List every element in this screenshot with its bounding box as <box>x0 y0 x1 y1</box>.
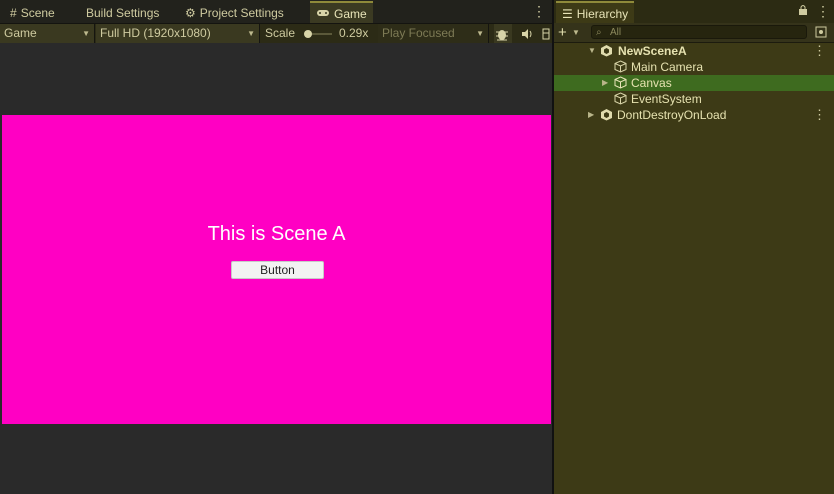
hierarchy-item-newscenea[interactable]: ▼ NewSceneA ⋮ <box>554 43 834 59</box>
game-view-panel: # Scene Build Settings ⚙ Project Settings … <box>0 0 552 494</box>
speaker-icon[interactable] <box>520 24 536 43</box>
play-mode-dropdown[interactable]: Play Focused ▼ <box>378 24 489 43</box>
hierarchy-tab-bar: ☰ Hierarchy ⋮ <box>554 0 834 25</box>
gameobject-cube-icon <box>614 60 627 73</box>
dropdown-arrow-icon: ▼ <box>476 29 484 38</box>
game-ui-button[interactable]: Button <box>231 261 324 279</box>
bug-icon[interactable] <box>494 24 512 43</box>
scene-title-text: This is Scene A <box>207 223 346 245</box>
scale-label: Scale <box>265 26 296 40</box>
hierarchy-item-canvas[interactable]: ▶ Canvas <box>554 75 834 91</box>
hash-icon: # <box>10 6 17 20</box>
hierarchy-item-dontdestroyonload[interactable]: ▶ DontDestroyOnLoad ⋮ <box>554 107 834 123</box>
gameobject-cube-icon <box>614 92 627 105</box>
hierarchy-menu-icon[interactable]: ⋮ <box>816 3 830 20</box>
unity-scene-icon <box>601 45 612 57</box>
scene-visibility-icon[interactable] <box>815 26 827 41</box>
tab-game[interactable]: Game <box>310 1 373 25</box>
lock-icon[interactable] <box>798 4 808 19</box>
dropdown-arrow-icon: ▼ <box>247 29 255 38</box>
gameobject-cube-icon <box>614 76 627 89</box>
expand-arrow-icon[interactable]: ▼ <box>588 43 596 59</box>
gamepad-icon <box>316 3 330 25</box>
scene-menu-icon[interactable]: ⋮ <box>813 43 826 59</box>
dropdown-arrow-icon: ▼ <box>82 29 90 38</box>
search-icon: ⌕ <box>596 27 602 38</box>
tab-hierarchy[interactable]: ☰ Hierarchy <box>556 1 635 25</box>
scale-slider[interactable] <box>302 24 334 43</box>
tab-project-settings[interactable]: ⚙ Project Settings <box>179 3 290 23</box>
hierarchy-panel: ☰ Hierarchy ⋮ + ▼ ⌕ All ▼ NewSceneA ⋮ Mai… <box>554 0 834 494</box>
game-toolbar: Game ▼ Full HD (1920x1080) ▼ Scale 0.29x… <box>0 23 552 44</box>
tab-build-settings[interactable]: Build Settings <box>80 3 165 23</box>
game-panel-menu-icon[interactable]: ⋮ <box>532 3 546 20</box>
gear-icon: ⚙ <box>185 6 196 20</box>
add-icon[interactable]: + <box>558 23 567 42</box>
display-mode-dropdown[interactable]: Game ▼ <box>0 24 95 43</box>
list-icon: ☰ <box>562 7 573 21</box>
stats-icon[interactable] <box>542 24 552 43</box>
expand-arrow-icon[interactable]: ▶ <box>588 107 594 123</box>
unity-scene-icon <box>601 109 612 121</box>
game-canvas: This is Scene A Button <box>2 115 551 424</box>
editor-tab-bar: # Scene Build Settings ⚙ Project Settings … <box>0 0 552 25</box>
hierarchy-toolbar: + ▼ ⌕ All <box>554 23 834 43</box>
hierarchy-search-input[interactable]: ⌕ All <box>591 25 807 39</box>
resolution-dropdown[interactable]: Full HD (1920x1080) ▼ <box>96 24 260 43</box>
scale-value: 0.29x <box>339 26 369 40</box>
expand-arrow-icon[interactable]: ▶ <box>602 75 608 91</box>
chevron-down-icon[interactable]: ▼ <box>572 23 580 42</box>
game-viewport: This is Scene A Button <box>0 43 552 494</box>
hierarchy-item-eventsystem[interactable]: EventSystem <box>554 91 834 107</box>
hierarchy-item-main-camera[interactable]: Main Camera <box>554 59 834 75</box>
tab-scene[interactable]: # Scene <box>4 3 61 23</box>
scene-menu-icon[interactable]: ⋮ <box>813 107 826 123</box>
